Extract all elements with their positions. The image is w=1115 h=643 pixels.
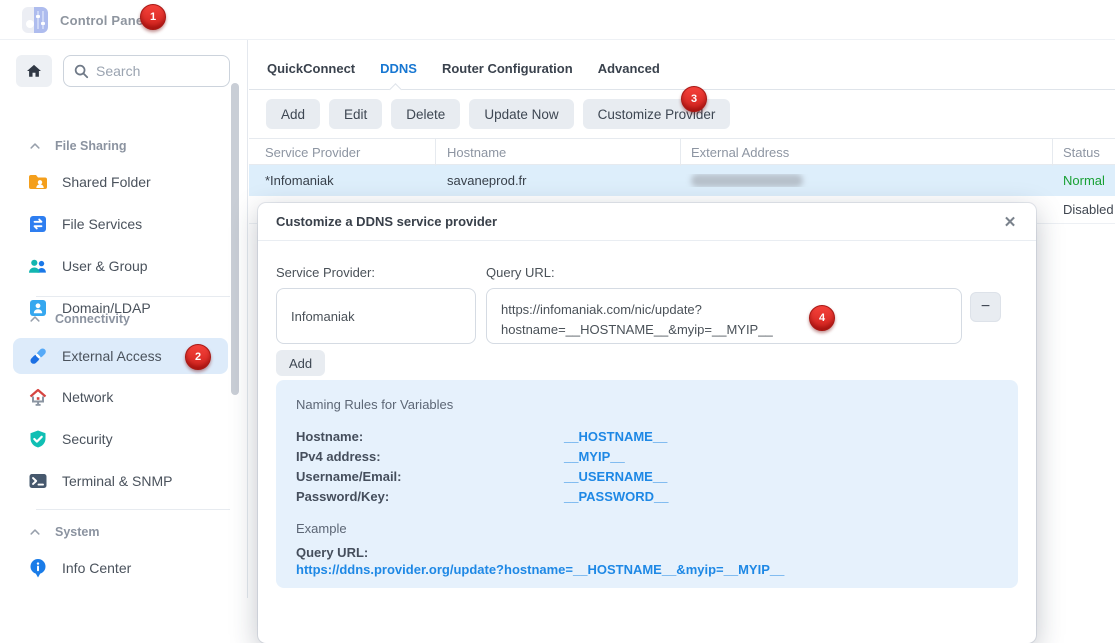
cell-hostname: savaneprod.fr <box>436 173 681 188</box>
annotation-badge-3: 3 <box>681 86 707 112</box>
infobox-title: Naming Rules for Variables <box>296 397 998 412</box>
status-badge: Disabled <box>1053 202 1115 217</box>
example-label: Example <box>296 521 998 536</box>
redacted-external-address <box>691 174 803 187</box>
service-provider-label: Service Provider: <box>276 265 375 280</box>
sidebar-divider <box>36 509 230 510</box>
info-center-icon <box>27 557 49 579</box>
user-group-icon <box>27 255 49 277</box>
annotation-badge-2: 2 <box>185 344 211 370</box>
cell-service-provider: *Infomaniak <box>249 173 436 188</box>
section-header-file-sharing[interactable]: File Sharing <box>0 136 230 156</box>
toolbar: Add Edit Delete Update Now Customize Pro… <box>266 99 730 129</box>
variable-row: Hostname: __HOSTNAME__ <box>296 427 998 447</box>
sidebar-item-user-group[interactable]: User & Group <box>0 248 230 284</box>
sidebar-item-network[interactable]: Network <box>0 379 230 415</box>
column-header-status[interactable]: Status <box>1053 139 1115 166</box>
tab-router-configuration[interactable]: Router Configuration <box>441 61 574 76</box>
external-access-icon <box>27 345 49 367</box>
tab-advanced[interactable]: Advanced <box>597 61 661 76</box>
customize-provider-button[interactable]: Customize Provider <box>583 99 731 129</box>
update-now-button[interactable]: Update Now <box>469 99 573 129</box>
security-icon <box>27 428 49 450</box>
control-panel-icon <box>22 7 48 33</box>
annotation-badge-4: 4 <box>809 305 835 331</box>
query-url-input[interactable]: https://infomaniak.com/nic/update? hostn… <box>486 288 962 344</box>
chevron-up-icon <box>28 139 42 153</box>
status-badge: Normal <box>1053 173 1115 188</box>
search-input[interactable] <box>96 63 206 79</box>
sidebar-divider <box>36 296 230 297</box>
sidebar-item-file-services[interactable]: File Services <box>0 206 230 242</box>
tab-bar: QuickConnect DDNS Router Configuration A… <box>266 48 684 88</box>
network-icon <box>27 386 49 408</box>
page-title: Control Panel <box>60 13 147 28</box>
example-query-url-link[interactable]: https://ddns.provider.org/update?hostnam… <box>296 562 998 577</box>
variable-row: IPv4 address: __MYIP__ <box>296 447 998 467</box>
edit-button[interactable]: Edit <box>329 99 382 129</box>
search-box[interactable] <box>63 55 230 87</box>
query-url-label: Query URL: <box>486 265 555 280</box>
tab-quickconnect[interactable]: QuickConnect <box>266 61 356 76</box>
cell-external-address <box>681 174 1053 187</box>
terminal-icon <box>27 470 49 492</box>
add-provider-row-button[interactable]: Add <box>276 350 325 376</box>
shared-folder-icon <box>27 171 49 193</box>
chevron-up-icon <box>28 312 42 326</box>
file-services-icon <box>27 213 49 235</box>
example-query-url-label: Query URL: <box>296 545 998 560</box>
section-header-system[interactable]: System <box>0 522 230 542</box>
close-icon[interactable]: ✕ <box>1000 212 1020 232</box>
home-button[interactable] <box>16 55 52 87</box>
column-header-hostname[interactable]: Hostname <box>436 139 681 166</box>
titlebar: Control Panel <box>0 0 1115 40</box>
search-icon <box>73 63 89 79</box>
table-row[interactable]: *Infomaniak savaneprod.fr Normal <box>249 165 1115 196</box>
naming-rules-infobox: Naming Rules for Variables Hostname: __H… <box>276 380 1018 588</box>
home-icon <box>23 62 45 80</box>
dialog-title: Customize a DDNS service provider <box>276 214 497 229</box>
variable-row: Password/Key: __PASSWORD__ <box>296 487 998 507</box>
customize-ddns-provider-dialog: Customize a DDNS service provider ✕ Serv… <box>258 203 1036 643</box>
sidebar-item-security[interactable]: Security <box>0 421 230 457</box>
section-header-connectivity[interactable]: Connectivity <box>0 309 230 329</box>
sidebar-item-terminal-snmp[interactable]: Terminal & SNMP <box>0 463 230 499</box>
add-button[interactable]: Add <box>266 99 320 129</box>
variable-rows: Hostname: __HOSTNAME__ IPv4 address: __M… <box>296 427 998 507</box>
sidebar-scrollbar[interactable] <box>231 83 239 395</box>
delete-button[interactable]: Delete <box>391 99 460 129</box>
chevron-up-icon <box>28 525 42 539</box>
dialog-header: Customize a DDNS service provider ✕ <box>258 203 1036 241</box>
annotation-badge-1: 1 <box>140 4 166 30</box>
sidebar-item-info-center[interactable]: Info Center <box>0 550 230 586</box>
column-header-service-provider[interactable]: Service Provider <box>249 139 436 166</box>
variable-row: Username/Email: __USERNAME__ <box>296 467 998 487</box>
sidebar-item-shared-folder[interactable]: Shared Folder <box>0 164 230 200</box>
tab-ddns[interactable]: DDNS <box>379 61 418 76</box>
column-header-external-address[interactable]: External Address <box>681 139 1053 166</box>
table-header: Service Provider Hostname External Addre… <box>249 138 1115 165</box>
tab-divider <box>249 89 1115 90</box>
service-provider-input[interactable] <box>276 288 476 344</box>
sidebar: File Sharing Shared Folder File Services… <box>0 40 248 598</box>
remove-row-button[interactable]: − <box>970 292 1001 322</box>
